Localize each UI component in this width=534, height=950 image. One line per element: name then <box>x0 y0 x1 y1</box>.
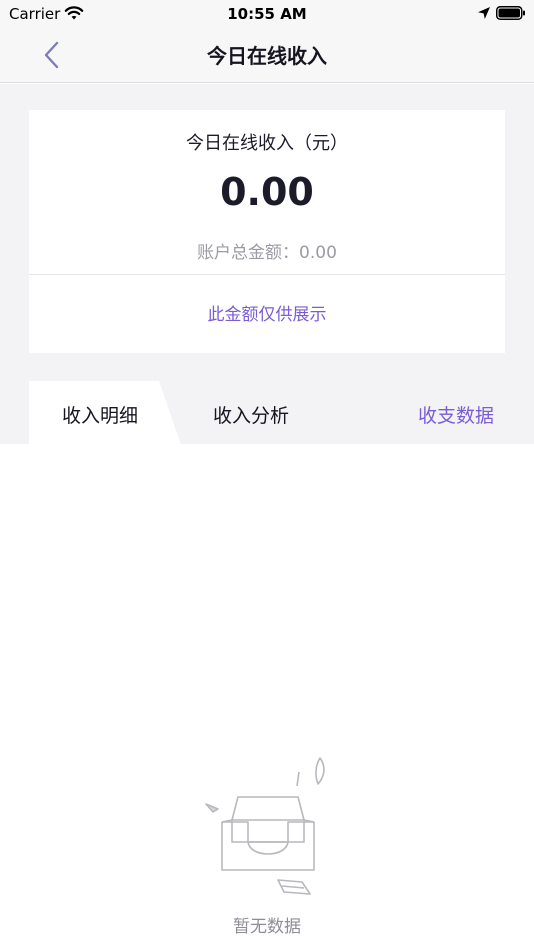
clock: 10:55 AM <box>227 5 307 23</box>
account-total: 账户总金额：0.00 <box>197 243 337 263</box>
page-title: 今日在线收入 <box>207 44 327 68</box>
tab-income-detail[interactable]: 收入明细 <box>62 401 138 428</box>
summary-amount: 0.00 <box>220 170 314 214</box>
empty-inbox-icon <box>205 757 325 895</box>
card-divider <box>29 274 505 275</box>
empty-state-text: 暂无数据 <box>233 917 301 937</box>
summary-title: 今日在线收入（元） <box>186 133 348 154</box>
location-arrow-icon <box>478 7 490 19</box>
income-summary-card: 今日在线收入（元） 0.00 账户总金额：0.00 此金额仅供展示 <box>29 110 505 353</box>
nav-bar: 今日在线收入 <box>0 28 534 83</box>
battery-icon <box>496 6 525 20</box>
status-bar: Carrier 10:55 AM <box>0 0 534 28</box>
tab-income-expense-data[interactable]: 收支数据 <box>418 401 494 428</box>
tab-income-analysis[interactable]: 收入分析 <box>213 401 289 428</box>
display-only-note: 此金额仅供展示 <box>207 305 327 325</box>
